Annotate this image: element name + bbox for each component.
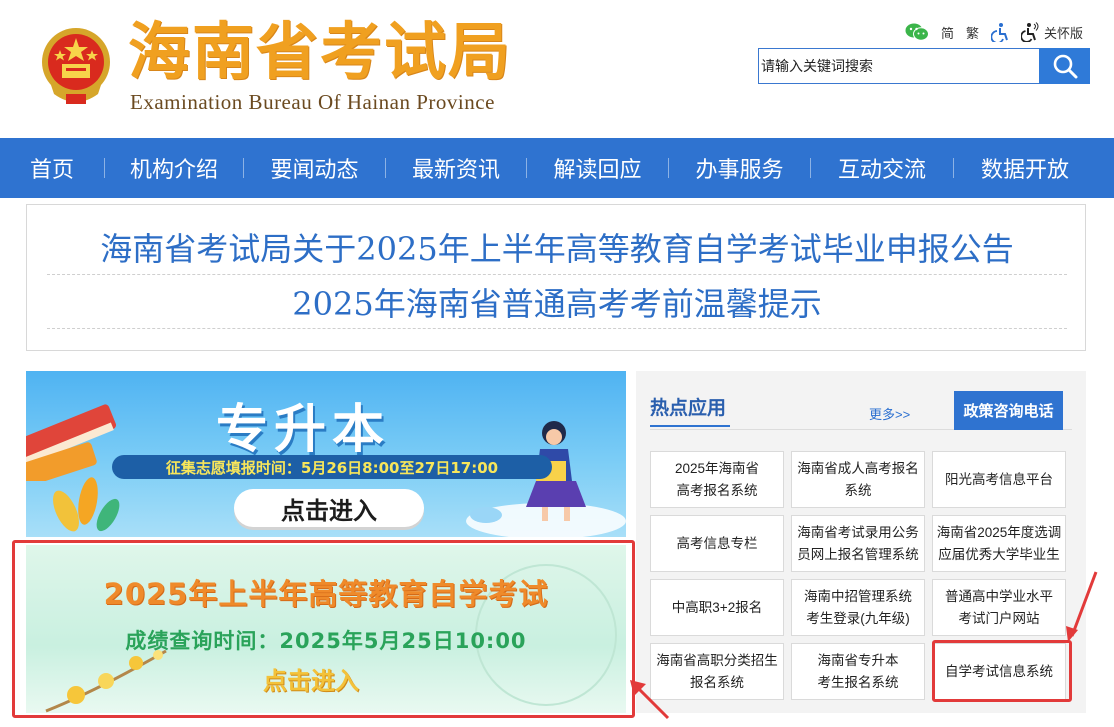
app-gaokao-registration[interactable]: 2025年海南省 高考报名系统 — [650, 451, 784, 508]
app-label: 自学考试信息系统 — [945, 663, 1053, 679]
site-title-en: Examination Bureau Of Hainan Province — [130, 90, 495, 114]
site-header: 海南省考试局 Examination Bureau Of Hainan Prov… — [0, 0, 1114, 138]
app-label: 海南省考试录用公务 员网上报名管理系统 — [797, 524, 919, 562]
app-label: 海南省专升本 考生报名系统 — [817, 652, 899, 690]
national-emblem-icon — [36, 24, 116, 108]
app-label: 高考信息专栏 — [676, 535, 758, 551]
hot-apps-more-link[interactable]: 更多>> — [869, 404, 910, 423]
hot-apps-panel: 热点应用 更多>> 政策咨询电话 2025年海南省 高考报名系统 海南省成人高考报… — [636, 371, 1086, 713]
app-adult-gaokao-registration[interactable]: 海南省成人高考报名 系统 — [791, 451, 925, 508]
app-zhongzhao-login[interactable]: 海南中招管理系统 考生登录(九年级) — [791, 579, 925, 636]
traditional-chinese-button[interactable]: 繁 — [966, 23, 979, 42]
nav-item-open-data[interactable]: 数据开放 — [954, 138, 1096, 198]
app-label: 中高职3+2报名 — [671, 599, 763, 615]
hot-apps-title: 热点应用 — [650, 397, 727, 419]
nav-item-about[interactable]: 机构介绍 — [105, 138, 243, 198]
banner2-title: 2025年上半年高等教育自学考试 — [103, 577, 549, 611]
accessibility-icon — [991, 23, 1008, 42]
banner2-subtitle: 成绩查询时间：2025年5月25日10:00 — [125, 629, 527, 653]
app-label: 阳光高考信息平台 — [945, 471, 1053, 487]
wechat-icon — [905, 23, 929, 41]
app-sunshine-gaokao[interactable]: 阳光高考信息平台 — [932, 451, 1066, 508]
headline-notices: 海南省考试局关于2025年上半年高等教育自学考试毕业申报公告 2025年海南省普… — [26, 204, 1086, 351]
app-graduate-selection[interactable]: 海南省2025年度选调 应届优秀大学毕业生 — [932, 515, 1066, 572]
search-button[interactable] — [1039, 48, 1090, 84]
app-label: 海南中招管理系统 考生登录(九年级) — [804, 588, 912, 626]
nav-item-services[interactable]: 办事服务 — [669, 138, 810, 198]
policy-hotline-button[interactable]: 政策咨询电话 — [954, 391, 1063, 430]
search-bar — [758, 48, 1090, 84]
hot-apps-title-underline — [650, 425, 730, 427]
headline-link-1[interactable]: 海南省考试局关于2025年上半年高等教育自学考试毕业申报公告 — [47, 219, 1067, 275]
nav-item-news[interactable]: 要闻动态 — [244, 138, 385, 198]
main-nav: 首页 机构介绍 要闻动态 最新资讯 解读回应 办事服务 互动交流 数据开放 — [0, 138, 1114, 198]
banner-upgrade-undergrad[interactable]: 专升本 征集志愿填报时间：5月26日8:00至27日17:00 点击进入 — [26, 371, 626, 537]
nav-item-interaction[interactable]: 互动交流 — [811, 138, 953, 198]
wechat-button[interactable] — [905, 23, 929, 41]
app-label: 海南省2025年度选调 应届优秀大学毕业生 — [936, 524, 1062, 562]
nav-item-home[interactable]: 首页 — [0, 138, 104, 198]
app-upgrade-undergrad-registration[interactable]: 海南省专升本 考生报名系统 — [791, 643, 925, 700]
app-label: 海南省成人高考报名 系统 — [797, 460, 919, 498]
app-self-study-exam-system[interactable]: 自学考试信息系统 — [932, 643, 1066, 700]
headline-link-2[interactable]: 2025年海南省普通高考考前温馨提示 — [47, 275, 1067, 329]
search-input[interactable] — [758, 48, 1039, 84]
wheelchair-icon — [1021, 22, 1039, 42]
care-mode-button[interactable]: 关怀版 — [1021, 22, 1083, 42]
app-academic-proficiency-portal[interactable]: 普通高中学业水平 考试门户网站 — [932, 579, 1066, 636]
app-label: 2025年海南省 高考报名系统 — [674, 460, 760, 498]
app-label: 海南省高职分类招生 报名系统 — [656, 652, 778, 690]
header-tools: 简 繁 关怀版 — [905, 20, 1083, 44]
banner1-subtitle: 征集志愿填报时间：5月26日8:00至27日17:00 — [112, 455, 552, 479]
banner1-title: 专升本 — [216, 400, 391, 460]
care-mode-label: 关怀版 — [1044, 25, 1084, 41]
plant-decoration-icon — [53, 477, 120, 532]
nav-item-latest[interactable]: 最新资讯 — [386, 138, 526, 198]
app-vocational-classified-admission[interactable]: 海南省高职分类招生 报名系统 — [650, 643, 784, 700]
search-icon — [1053, 54, 1077, 79]
banner-self-study-exam[interactable]: 2025年上半年高等教育自学考试 成绩查询时间：2025年5月25日10:00 … — [26, 545, 626, 713]
app-label: 普通高中学业水平 考试门户网站 — [945, 588, 1053, 626]
app-gaokao-column[interactable]: 高考信息专栏 — [650, 515, 784, 572]
accessibility-button[interactable] — [991, 22, 1009, 42]
banner1-enter-button[interactable]: 点击进入 — [234, 489, 424, 527]
simplified-chinese-button[interactable]: 简 — [941, 23, 954, 42]
nav-item-interpretation[interactable]: 解读回应 — [527, 138, 668, 198]
app-vocational-3plus2[interactable]: 中高职3+2报名 — [650, 579, 784, 636]
banner2-enter-button[interactable]: 点击进入 — [236, 663, 386, 695]
app-civil-service-registration[interactable]: 海南省考试录用公务 员网上报名管理系统 — [791, 515, 925, 572]
site-title-cn: 海南省考试局 — [128, 15, 513, 88]
